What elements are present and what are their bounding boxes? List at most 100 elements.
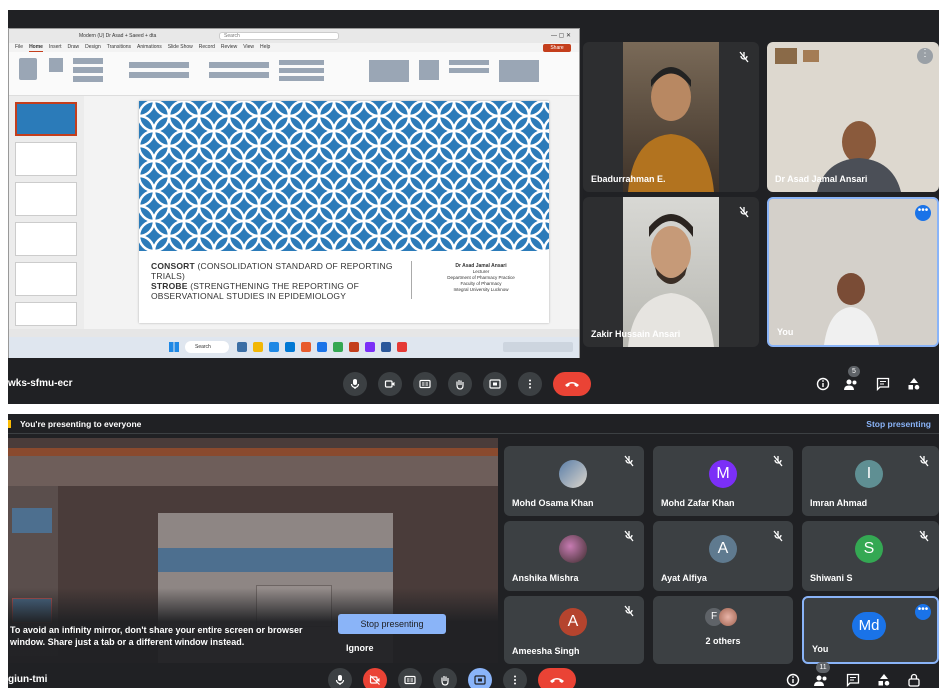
window-controls[interactable]: — ▢ ✕ [551,32,571,39]
participant-name: Anshika Mishra [512,573,579,583]
ppt-ribbon-tab[interactable]: Record [199,43,215,52]
participant-tile-zakir[interactable]: Zakir Hussain Ansari [583,197,759,347]
chat-icon[interactable] [876,377,890,391]
stop-presenting-button[interactable]: Stop presenting [338,614,446,634]
participant-tile-anshika-mishra[interactable]: Anshika Mishra [504,521,644,591]
slide-author-block: Dr Asad Jamal Ansari Lecturer Department… [421,263,541,293]
ppt-ribbon-tab[interactable]: Draw [67,43,79,52]
taskbar-search[interactable]: Search [185,341,229,353]
activities-icon[interactable] [877,673,891,687]
leave-call-button[interactable] [538,668,576,688]
participant-tile-others[interactable]: F 2 others [653,596,793,664]
captions-button[interactable] [413,372,437,396]
ppt-ribbon-tab[interactable]: Review [221,43,237,52]
slide-thumbnail[interactable] [15,302,77,326]
more-options-button[interactable] [518,372,542,396]
ppt-search-box[interactable]: Search [219,32,339,40]
start-icon[interactable] [169,342,179,352]
host-controls-icon[interactable] [907,673,921,687]
mic-button[interactable] [343,372,367,396]
ppt-ribbon-tab[interactable]: File [15,43,23,52]
participant-tile-you[interactable]: ••• You [767,197,939,347]
activities-icon[interactable] [907,377,921,391]
slide-thumbnail[interactable] [15,182,77,216]
ppt-ribbon-tab[interactable]: Design [85,43,101,52]
ignore-button[interactable]: Ignore [346,643,374,653]
taskbar-search-label: Search [195,344,211,350]
present-icon [489,379,501,389]
participant-tile-imran-ahmad[interactable]: I Imran Ahmad [802,446,939,516]
camera-button[interactable] [378,372,402,396]
chat-icon[interactable] [846,673,860,687]
ppt-share-button[interactable]: Share [543,44,571,52]
info-icon[interactable] [786,673,800,687]
captions-icon [419,379,431,389]
participant-name: Imran Ahmad [810,498,868,508]
present-icon [474,675,486,685]
slide-title: CONSORT (CONSOLIDATION STANDARD OF REPOR… [151,261,406,301]
participant-name: 2 others [705,636,741,646]
participant-name: Mohd Zafar Khan [661,498,735,508]
slide-thumbnail[interactable] [15,222,77,256]
more-options-icon[interactable]: ••• [915,205,931,221]
camera-off-button[interactable] [363,668,387,688]
participant-tile-ebadurrahman[interactable]: Ebadurrahman E. [583,42,759,192]
captions-button[interactable] [398,668,422,688]
ppt-ribbon-tab[interactable]: Transitions [107,43,131,52]
ppt-ribbon-tab[interactable]: View [243,43,254,52]
mic-off-icon [919,530,929,542]
participant-tile-shiwani-s[interactable]: S Shiwani S [802,521,939,591]
participant-tile-ameesha-singh[interactable]: A Ameesha Singh [504,596,644,664]
infinity-warning-text: To avoid an infinity mirror, don't share… [10,625,303,647]
slide-thumbnail[interactable] [15,102,77,136]
slide-thumbnail[interactable] [15,262,77,296]
participant-tile-mohd-zafar-khan[interactable]: M Mohd Zafar Khan [653,446,793,516]
more-options-icon[interactable]: ••• [915,604,931,620]
participant-name: Ameesha Singh [512,646,580,656]
camera-icon [384,380,395,388]
people-button[interactable]: 5 [843,366,861,392]
mic-off-icon [624,455,634,467]
mic-off-icon [773,455,783,467]
banner-accent [8,420,11,428]
ppt-ribbon [9,52,579,96]
meeting-code: giun-tmi [8,674,48,685]
participant-tile-mohd-osama-khan[interactable]: Mohd Osama Khan [504,446,644,516]
info-icon[interactable] [816,377,830,391]
stop-presenting-label: Stop presenting [360,619,424,629]
people-icon [844,379,857,390]
ppt-ribbon-tab[interactable]: Help [260,43,270,52]
stop-presenting-link[interactable]: Stop presenting [866,419,931,429]
leave-call-button[interactable] [553,372,591,396]
ppt-ribbon-tab[interactable]: Animations [137,43,162,52]
mic-button[interactable] [328,668,352,688]
hangup-icon [565,382,579,387]
participant-avatar: A [709,535,737,563]
ppt-ribbon-tab[interactable]: Home [29,43,43,52]
meeting-code: wks-sfmu-ecr [8,378,73,389]
mic-icon [350,379,360,389]
ppt-ribbon-tab[interactable]: Insert [49,43,62,52]
more-options-button[interactable] [503,668,527,688]
participant-tile-you[interactable]: Md ••• You [802,596,939,664]
participant-name: You [777,327,794,337]
windows-taskbar: Search [9,337,579,358]
participant-tile-ayat-alfiya[interactable]: A Ayat Alfiya [653,521,793,591]
participant-silhouette [628,67,714,192]
slide-thumbnail[interactable] [15,142,77,176]
participant-avatar-photo [559,535,587,563]
mirror-slide-thumbnail [12,508,52,533]
hand-icon [456,380,464,390]
people-button[interactable]: 11 [813,662,833,688]
pin-icon[interactable]: ⋮ [917,48,933,64]
more-vert-icon [514,675,516,685]
ppt-ribbon-tab[interactable]: Slide Show [168,43,193,52]
participant-tile-asad[interactable]: ⋮ Dr Asad Jamal Ansari [767,42,939,192]
slide-thumbnail-pane [9,96,84,329]
participant-name: Ebadurrahman E. [591,174,666,184]
present-button-active[interactable] [468,668,492,688]
raise-hand-button[interactable] [433,668,457,688]
present-button[interactable] [483,372,507,396]
raise-hand-button[interactable] [448,372,472,396]
participant-name: Zakir Hussain Ansari [591,329,681,339]
